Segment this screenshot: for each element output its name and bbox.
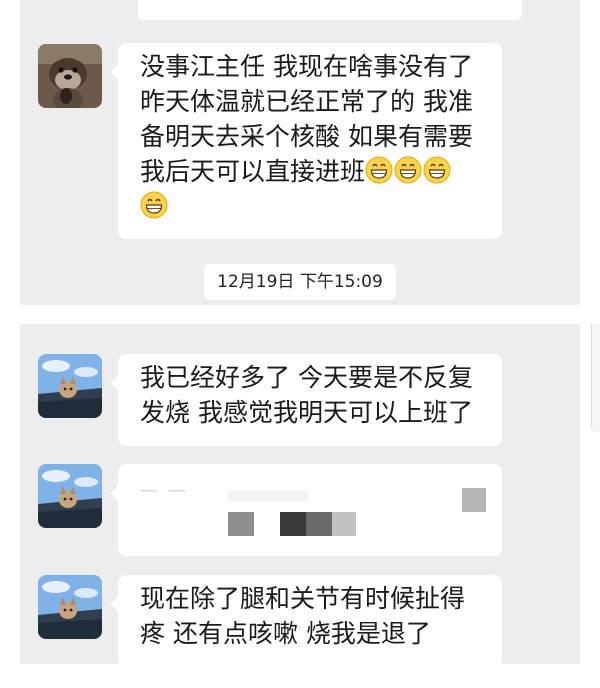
timestamp-label: 12月19日 下午15:09: [204, 264, 396, 300]
message-line: 我后天可以直接进班: [140, 157, 366, 186]
emoji-line: [140, 189, 488, 224]
mosaic-block: [462, 488, 486, 512]
cat-avatar[interactable]: [38, 575, 102, 639]
message-line: 昨天体温就已经正常了的 我准: [140, 87, 473, 116]
grinning-face-icon: [423, 156, 451, 184]
cat-avatar[interactable]: [38, 464, 102, 528]
cat-avatar[interactable]: [38, 354, 102, 418]
message-line-with-emoji: 我后天可以直接进班: [140, 154, 488, 189]
grinning-face-icon: [365, 156, 393, 184]
scrollbar[interactable]: [591, 324, 600, 432]
cat-in-car-icon: [38, 464, 102, 528]
blurred-text: 一 一: [140, 482, 188, 503]
message-line: 发烧 我感觉我明天可以上班了: [140, 398, 473, 427]
message-line: 没事江主任 我现在啥事没有了: [140, 52, 473, 81]
otter-avatar[interactable]: [38, 44, 102, 108]
message-line: 疼 还有点咳嗽 烧我是退了: [140, 619, 431, 648]
mosaic-block: [332, 512, 356, 536]
message-bubble-1[interactable]: 没事江主任 我现在啥事没有了 昨天体温就已经正常了的 我准 备明天去采个核酸 如…: [110, 43, 502, 239]
grinning-face-icon: [394, 156, 422, 184]
grinning-face-icon: [140, 191, 168, 219]
mosaic-block: [228, 512, 254, 536]
cat-in-car-icon: [38, 354, 102, 418]
message-line: 备明天去采个核酸 如果有需要: [140, 122, 473, 151]
otter-icon: [38, 44, 102, 108]
message-bubble-4[interactable]: 现在除了腿和关节有时候扯得 疼 还有点咳嗽 烧我是退了: [110, 575, 502, 667]
cat-in-car-icon: [38, 575, 102, 639]
mosaic-block: [306, 512, 332, 536]
message-line: 我已经好多了 今天要是不反复: [140, 363, 473, 392]
mosaic-block: [228, 490, 308, 502]
message-bubble-2[interactable]: 我已经好多了 今天要是不反复 发烧 我感觉我明天可以上班了: [110, 354, 502, 446]
previous-message-bubble[interactable]: [138, 0, 522, 20]
message-line: 现在除了腿和关节有时候扯得: [140, 584, 466, 613]
mosaic-block: [280, 512, 306, 536]
